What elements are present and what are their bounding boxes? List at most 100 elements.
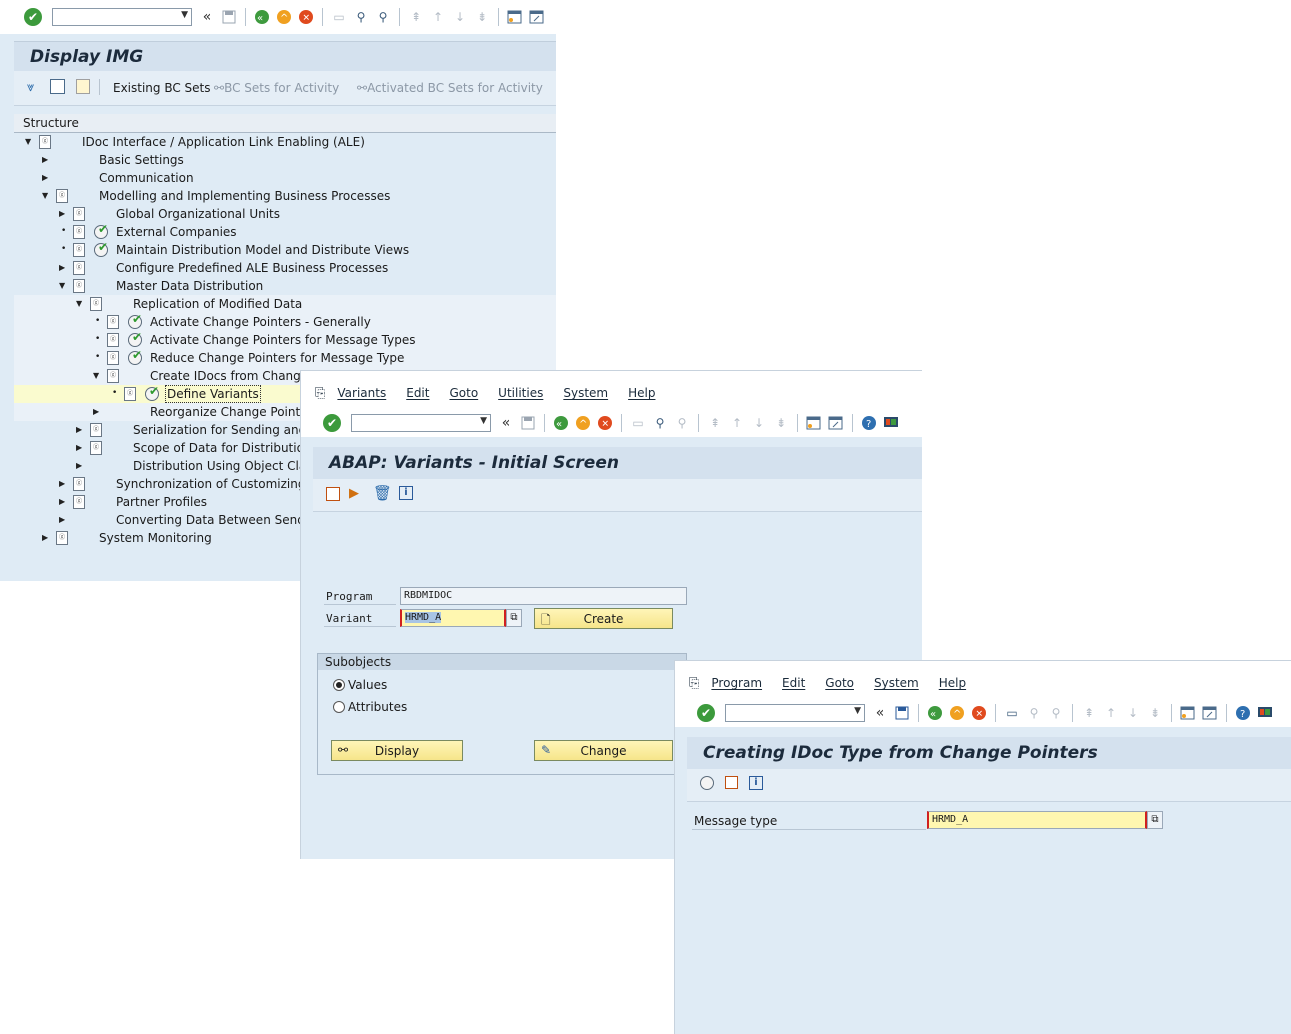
- rename-icon[interactable]: ▶: [349, 486, 359, 501]
- tree-node[interactable]: Scope of Data for Distribution: [133, 439, 312, 457]
- documentation-icon[interactable]: ⓖ: [73, 495, 85, 509]
- cancel-icon[interactable]: ✕: [297, 8, 315, 26]
- tree-node[interactable]: Activate Change Pointers for Message Typ…: [150, 331, 415, 349]
- documentation-icon[interactable]: ⓖ: [107, 369, 119, 383]
- last-page-icon[interactable]: ⇟: [473, 8, 491, 26]
- menu-utilities[interactable]: Utilities: [498, 386, 543, 400]
- tree-collapsed-icon[interactable]: ▶: [93, 407, 99, 416]
- cancel-icon[interactable]: ✕: [970, 704, 988, 722]
- tree-collapsed-icon[interactable]: ▶: [42, 533, 48, 542]
- find-icon[interactable]: ⚲: [651, 414, 669, 432]
- save-icon[interactable]: [893, 704, 911, 722]
- previous-page-icon[interactable]: ↑: [429, 8, 447, 26]
- execute-activity-icon[interactable]: [128, 348, 142, 365]
- copy-icon[interactable]: [326, 487, 340, 501]
- previous-page-icon[interactable]: ↑: [1102, 704, 1120, 722]
- tree-node[interactable]: Basic Settings: [99, 151, 184, 169]
- menu-help[interactable]: Help: [939, 676, 966, 690]
- variant-field[interactable]: HRMD_A: [400, 609, 506, 627]
- tree-node[interactable]: Configure Predefined ALE Business Proces…: [116, 259, 388, 277]
- menu-system[interactable]: System: [874, 676, 919, 690]
- existing-bc-sets-button[interactable]: Existing BC Sets: [113, 81, 211, 95]
- tree-collapsed-icon[interactable]: ▶: [59, 209, 65, 218]
- exit-icon[interactable]: ^: [948, 704, 966, 722]
- first-page-icon[interactable]: ⇞: [407, 8, 425, 26]
- save-icon[interactable]: [519, 414, 537, 432]
- collapse-icon[interactable]: «: [497, 414, 515, 432]
- get-variant-icon[interactable]: [725, 776, 738, 789]
- command-field[interactable]: ▼: [725, 704, 865, 722]
- execute-activity-icon[interactable]: [128, 312, 142, 329]
- bc-sets-for-activity-button[interactable]: ⚯BC Sets for Activity: [214, 81, 339, 95]
- documentation-icon[interactable]: ⓖ: [107, 315, 119, 329]
- last-page-icon[interactable]: ⇟: [772, 414, 790, 432]
- create-button[interactable]: 🗋 Create: [534, 608, 673, 629]
- values-radio[interactable]: [333, 679, 345, 691]
- info-icon[interactable]: i: [399, 486, 413, 500]
- release-notes-icon[interactable]: [76, 79, 90, 94]
- documentation-icon[interactable]: ⓖ: [124, 387, 136, 401]
- enter-icon[interactable]: ✔: [323, 414, 341, 432]
- documentation-icon[interactable]: ⓖ: [107, 351, 119, 365]
- documentation-icon[interactable]: ⓖ: [56, 189, 68, 203]
- documentation-icon[interactable]: ⓖ: [90, 423, 102, 437]
- documentation-icon[interactable]: ⓖ: [107, 333, 119, 347]
- next-page-icon[interactable]: ↓: [750, 414, 768, 432]
- tree-node[interactable]: Reorganize Change Pointers: [150, 403, 319, 421]
- attributes-radio[interactable]: [333, 701, 345, 713]
- print-icon[interactable]: ▭: [1003, 704, 1021, 722]
- save-icon[interactable]: [220, 8, 238, 26]
- last-page-icon[interactable]: ⇟: [1146, 704, 1164, 722]
- shortcut-icon[interactable]: [1201, 704, 1219, 722]
- tree-node[interactable]: Modelling and Implementing Business Proc…: [99, 187, 390, 205]
- documentation-icon[interactable]: ⓖ: [56, 531, 68, 545]
- value-help-icon[interactable]: ⧉: [506, 609, 522, 627]
- tree-node[interactable]: Synchronization of Customizing Da: [116, 475, 326, 493]
- menu-edit[interactable]: Edit: [406, 386, 429, 400]
- tree-collapsed-icon[interactable]: ▶: [59, 479, 65, 488]
- execute-activity-icon[interactable]: [94, 240, 108, 257]
- tree-expanded-icon[interactable]: ▼: [25, 137, 31, 146]
- tree-expanded-icon[interactable]: ▼: [59, 281, 65, 290]
- tree-node[interactable]: Create IDocs from Change: [150, 367, 308, 385]
- shortcut-icon[interactable]: [827, 414, 845, 432]
- tree-node[interactable]: IDoc Interface / Application Link Enabli…: [82, 133, 365, 151]
- tree-node[interactable]: Partner Profiles: [116, 493, 207, 511]
- help-icon[interactable]: ?: [860, 414, 878, 432]
- tree-node[interactable]: System Monitoring: [99, 529, 212, 547]
- execute-activity-icon[interactable]: [145, 384, 159, 401]
- tree-node[interactable]: Activate Change Pointers - Generally: [150, 313, 371, 331]
- documentation-icon[interactable]: ⓖ: [39, 135, 51, 149]
- activated-bc-sets-button[interactable]: ⚯Activated BC Sets for Activity: [357, 81, 543, 95]
- next-page-icon[interactable]: ↓: [1124, 704, 1142, 722]
- delete-icon[interactable]: 🗑: [373, 484, 392, 502]
- documentation-icon[interactable]: ⓖ: [90, 297, 102, 311]
- back-icon[interactable]: «: [552, 414, 570, 432]
- tree-collapsed-icon[interactable]: ▶: [42, 155, 48, 164]
- menu-goto[interactable]: Goto: [449, 386, 478, 400]
- find-icon[interactable]: ⚲: [1025, 704, 1043, 722]
- info-icon[interactable]: i: [749, 776, 763, 790]
- tree-expanded-icon[interactable]: ▼: [42, 191, 48, 200]
- back-icon[interactable]: «: [253, 8, 271, 26]
- documentation-icon[interactable]: ⓖ: [73, 279, 85, 293]
- execute-activity-icon[interactable]: [128, 330, 142, 347]
- customize-layout-icon[interactable]: [882, 414, 900, 432]
- documentation-icon[interactable]: ⓖ: [73, 225, 85, 239]
- find-icon[interactable]: ⚲: [352, 8, 370, 26]
- new-session-icon[interactable]: [1179, 704, 1197, 722]
- customize-layout-icon[interactable]: [1256, 704, 1274, 722]
- collapse-icon[interactable]: «: [871, 704, 889, 722]
- tree-node[interactable]: Reduce Change Pointers for Message Type: [150, 349, 404, 367]
- print-icon[interactable]: ▭: [629, 414, 647, 432]
- command-field[interactable]: ▼: [351, 414, 491, 432]
- new-session-icon[interactable]: [506, 8, 524, 26]
- tree-collapsed-icon[interactable]: ▶: [59, 497, 65, 506]
- menu-program[interactable]: Program: [711, 676, 762, 690]
- tree-collapsed-icon[interactable]: ▶: [59, 263, 65, 272]
- tree-expanded-icon[interactable]: ▼: [93, 371, 99, 380]
- menu-icon[interactable]: ⎘: [315, 386, 325, 401]
- next-page-icon[interactable]: ↓: [451, 8, 469, 26]
- tree-collapsed-icon[interactable]: ▶: [76, 461, 82, 470]
- menu-edit[interactable]: Edit: [782, 676, 805, 690]
